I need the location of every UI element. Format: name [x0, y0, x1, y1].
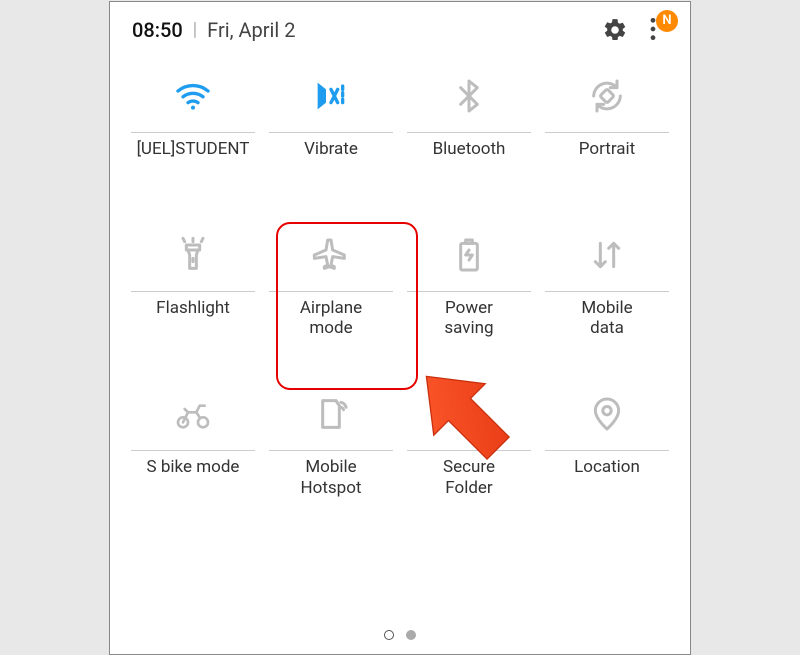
tile-label: Mobile Hotspot: [295, 457, 368, 498]
airplane-icon: [262, 227, 400, 283]
tile-sbike[interactable]: S bike mode: [124, 386, 262, 498]
tile-label: Flashlight: [150, 298, 236, 338]
data-arrows-icon: [538, 227, 676, 283]
page-indicator[interactable]: [110, 630, 690, 640]
battery-recycle-icon: [400, 227, 538, 283]
hotspot-icon: [262, 386, 400, 442]
tile-label: [UEL]STUDENT: [131, 139, 256, 179]
tile-location[interactable]: Location: [538, 386, 676, 498]
tile-label: Location: [568, 457, 646, 497]
tile-mobiledata[interactable]: Mobile data: [538, 227, 676, 339]
tile-hotspot[interactable]: Mobile Hotspot: [262, 386, 400, 498]
clock-time: 08:50: [132, 18, 183, 42]
tile-airplane[interactable]: Airplane mode: [262, 227, 400, 339]
tile-label: Mobile data: [575, 298, 638, 339]
settings-icon[interactable]: [602, 17, 628, 43]
tile-label: Power saving: [438, 298, 499, 339]
pager-dot-0[interactable]: [384, 630, 394, 640]
tile-securefolder[interactable]: Secure Folder: [400, 386, 538, 498]
quick-settings-panel: 08:50 | Fri, April 2 N [UEL]STUDENT: [109, 1, 691, 655]
tile-label: Vibrate: [298, 139, 364, 179]
tile-vibrate[interactable]: Vibrate: [262, 68, 400, 179]
tile-portrait[interactable]: Portrait: [538, 68, 676, 179]
vibrate-icon: [262, 68, 400, 124]
tile-wifi[interactable]: [UEL]STUDENT: [124, 68, 262, 179]
flashlight-icon: [124, 227, 262, 283]
pager-dot-1[interactable]: [406, 630, 416, 640]
notification-badge: N: [656, 10, 678, 32]
tile-powersave[interactable]: Power saving: [400, 227, 538, 339]
lock-icon: [400, 386, 538, 442]
location-icon: [538, 386, 676, 442]
status-bar: 08:50 | Fri, April 2 N: [110, 2, 690, 50]
motorcycle-icon: [124, 386, 262, 442]
rotate-icon: [538, 68, 676, 124]
tile-label: S bike mode: [141, 457, 246, 497]
tile-flashlight[interactable]: Flashlight: [124, 227, 262, 339]
more-menu[interactable]: N: [646, 16, 668, 44]
tile-label: Secure Folder: [437, 457, 501, 498]
quick-tiles-grid: [UEL]STUDENT Vibrate Bluetooth Portrait: [110, 50, 690, 499]
clock-date: Fri, April 2: [207, 18, 295, 42]
bluetooth-icon: [400, 68, 538, 124]
tile-bluetooth[interactable]: Bluetooth: [400, 68, 538, 179]
tile-label: Bluetooth: [427, 139, 512, 179]
wifi-icon: [124, 68, 262, 124]
tile-label: Airplane mode: [294, 298, 368, 339]
status-divider: |: [193, 19, 197, 40]
tile-label: Portrait: [573, 139, 641, 179]
